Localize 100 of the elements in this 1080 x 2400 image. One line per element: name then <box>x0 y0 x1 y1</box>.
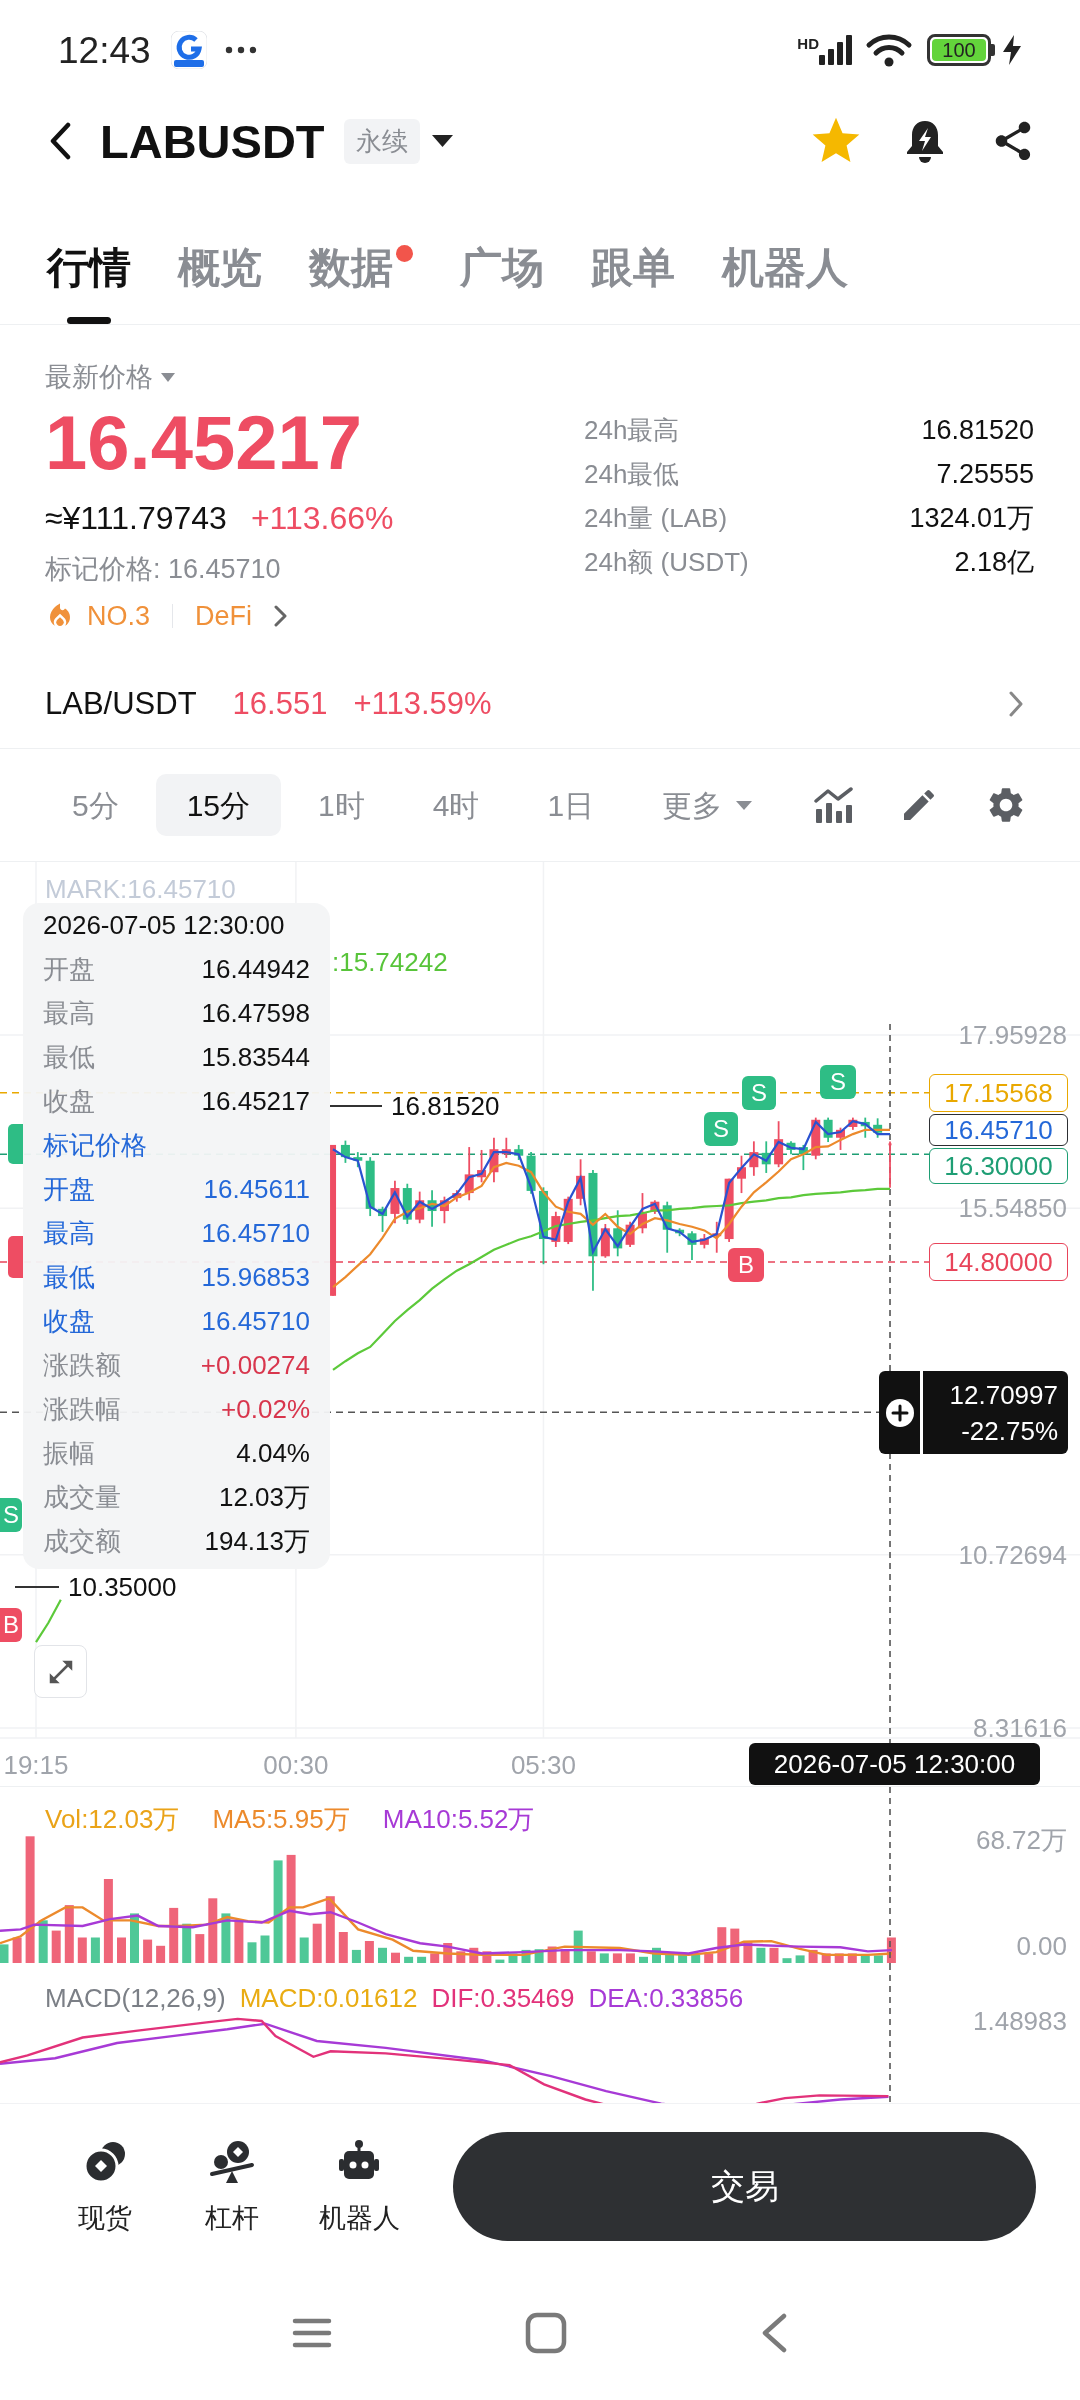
tooltip-label: 最高 <box>43 1216 95 1250</box>
rank-label[interactable]: NO.3 <box>87 595 151 637</box>
bottom-nav-item[interactable]: 机器人 <box>309 2139 409 2235</box>
tab[interactable]: 概览 <box>178 243 262 324</box>
indicator-chart-icon[interactable] <box>813 787 853 823</box>
price-tag: 17.15568 <box>929 1074 1068 1112</box>
candle <box>600 1223 610 1259</box>
candle <box>365 1156 375 1217</box>
candle <box>501 1136 511 1159</box>
volume-legend-item: MA10:5.52万 <box>382 1804 535 1834</box>
macd-legend-item: DEA:0.33856 <box>588 1983 744 2013</box>
candle <box>514 1144 524 1161</box>
interval-tab[interactable]: 15分 <box>155 774 282 836</box>
tooltip-value: 16.45217 <box>201 1084 310 1118</box>
volume-legend-item: MA5:5.95万 <box>212 1804 350 1834</box>
tooltip-value: 16.47598 <box>201 996 310 1030</box>
home-square-icon[interactable] <box>525 2312 567 2354</box>
tooltip-value: 16.45710 <box>201 1216 310 1250</box>
trade-button[interactable]: 交易 <box>453 2132 1036 2241</box>
stat-label: 24h最高 <box>584 413 680 447</box>
price-extreme-label: 10.35000 <box>68 1575 177 1599</box>
price-type-dropdown[interactable]: 最新价格 <box>45 360 175 394</box>
candle <box>452 1189 462 1203</box>
candle <box>687 1230 697 1261</box>
candle <box>489 1136 499 1184</box>
tab[interactable]: 广场 <box>460 243 544 324</box>
candle <box>737 1154 746 1194</box>
tooltip-value: 12.03万 <box>218 1480 310 1514</box>
candle <box>402 1182 412 1225</box>
candle <box>563 1195 573 1245</box>
sell-marker: S <box>820 1065 856 1099</box>
axis-label: 1.48983 <box>973 2006 1067 2036</box>
axis-label: 17.95928 <box>957 1020 1067 1050</box>
candle <box>650 1199 660 1215</box>
stat-label: 24h额 (USDT) <box>584 545 749 579</box>
candle <box>378 1205 388 1233</box>
battery-indicator: 100 <box>927 34 995 66</box>
sell-marker: S <box>0 1498 22 1532</box>
candle <box>340 1139 350 1164</box>
sector-link[interactable]: DeFi <box>195 595 253 637</box>
bottom-nav-item[interactable]: 杠杆 <box>182 2139 282 2235</box>
axis-label: 15.54850 <box>957 1193 1067 1224</box>
tooltip-value: 4.04% <box>236 1436 310 1470</box>
candle <box>464 1146 474 1202</box>
plus-circle-icon[interactable] <box>884 1397 915 1428</box>
axis-label: 00:30 <box>262 1750 330 1780</box>
menu-icon[interactable] <box>292 2317 332 2349</box>
tooltip-label: 最低 <box>43 1260 95 1294</box>
tooltip-value: 15.83544 <box>201 1040 310 1074</box>
tooltip-label: 成交量 <box>43 1480 121 1514</box>
candle <box>415 1190 425 1225</box>
macd-legend-item: DIF:0.35469 <box>431 1983 575 2013</box>
tooltip-value: 194.13万 <box>204 1524 310 1558</box>
candle <box>625 1220 635 1248</box>
tooltip-time: 2026-07-05 12:30:00 <box>43 908 285 942</box>
tooltip-value: 16.45710 <box>201 1304 310 1338</box>
tab[interactable]: 数据 <box>309 243 413 324</box>
price-tag: 16.30000 <box>929 1148 1068 1184</box>
tooltip-label: 最高 <box>43 996 95 1030</box>
buy-marker: B <box>728 1248 764 1282</box>
axis-label: 10.72694 <box>957 1539 1067 1570</box>
price-tag: 14.80000 <box>929 1243 1068 1281</box>
position-tag <box>8 1236 23 1278</box>
candle <box>774 1120 784 1169</box>
tab[interactable]: 跟单 <box>591 243 675 324</box>
interval-tab[interactable]: 1日 <box>516 774 626 836</box>
tab[interactable]: 机器人 <box>722 243 848 324</box>
candle <box>477 1149 487 1184</box>
bottom-nav-item[interactable]: 现货 <box>55 2139 155 2235</box>
chevron-right-icon[interactable] <box>1008 690 1024 718</box>
app-icon <box>170 31 207 69</box>
network-type-label: HD <box>797 36 819 51</box>
tooltip-label: 涨跌幅 <box>43 1392 121 1426</box>
tooltip-label: 振幅 <box>43 1436 95 1470</box>
crosshair-change: -22.75% <box>961 1415 1058 1446</box>
tab[interactable]: 行情 <box>47 243 131 324</box>
tooltip-value: 16.44942 <box>201 952 310 986</box>
axis-label: 8.31616 <box>972 1713 1067 1743</box>
more-intervals-dropdown[interactable]: 更多 <box>631 774 784 836</box>
signal-icon <box>819 35 853 65</box>
pair-price: 16.551 <box>232 684 328 723</box>
expand-button[interactable] <box>34 1645 87 1698</box>
interval-tab[interactable]: 1时 <box>287 774 396 836</box>
bell-icon[interactable] <box>904 118 946 164</box>
chevron-right-icon[interactable] <box>274 605 288 627</box>
price-tag: 16.45710 <box>929 1114 1068 1146</box>
caret-down-icon[interactable] <box>431 135 453 147</box>
leader-line <box>329 1105 383 1107</box>
candle <box>798 1144 808 1171</box>
tooltip-label: 最低 <box>43 1040 95 1074</box>
caret-down-icon <box>161 372 175 382</box>
tooltip-label: 开盘 <box>43 1172 95 1206</box>
more-dots-icon <box>224 46 257 54</box>
candle <box>823 1116 833 1143</box>
moving-average-legend: :15.74242 <box>332 947 448 977</box>
candle <box>390 1179 400 1225</box>
mark-price-legend: MARK:16.45710 <box>45 874 236 904</box>
interval-tab[interactable]: 4时 <box>401 774 511 836</box>
pair-name[interactable]: LAB/USDT <box>45 680 197 728</box>
interval-tab[interactable]: 5分 <box>41 774 150 836</box>
